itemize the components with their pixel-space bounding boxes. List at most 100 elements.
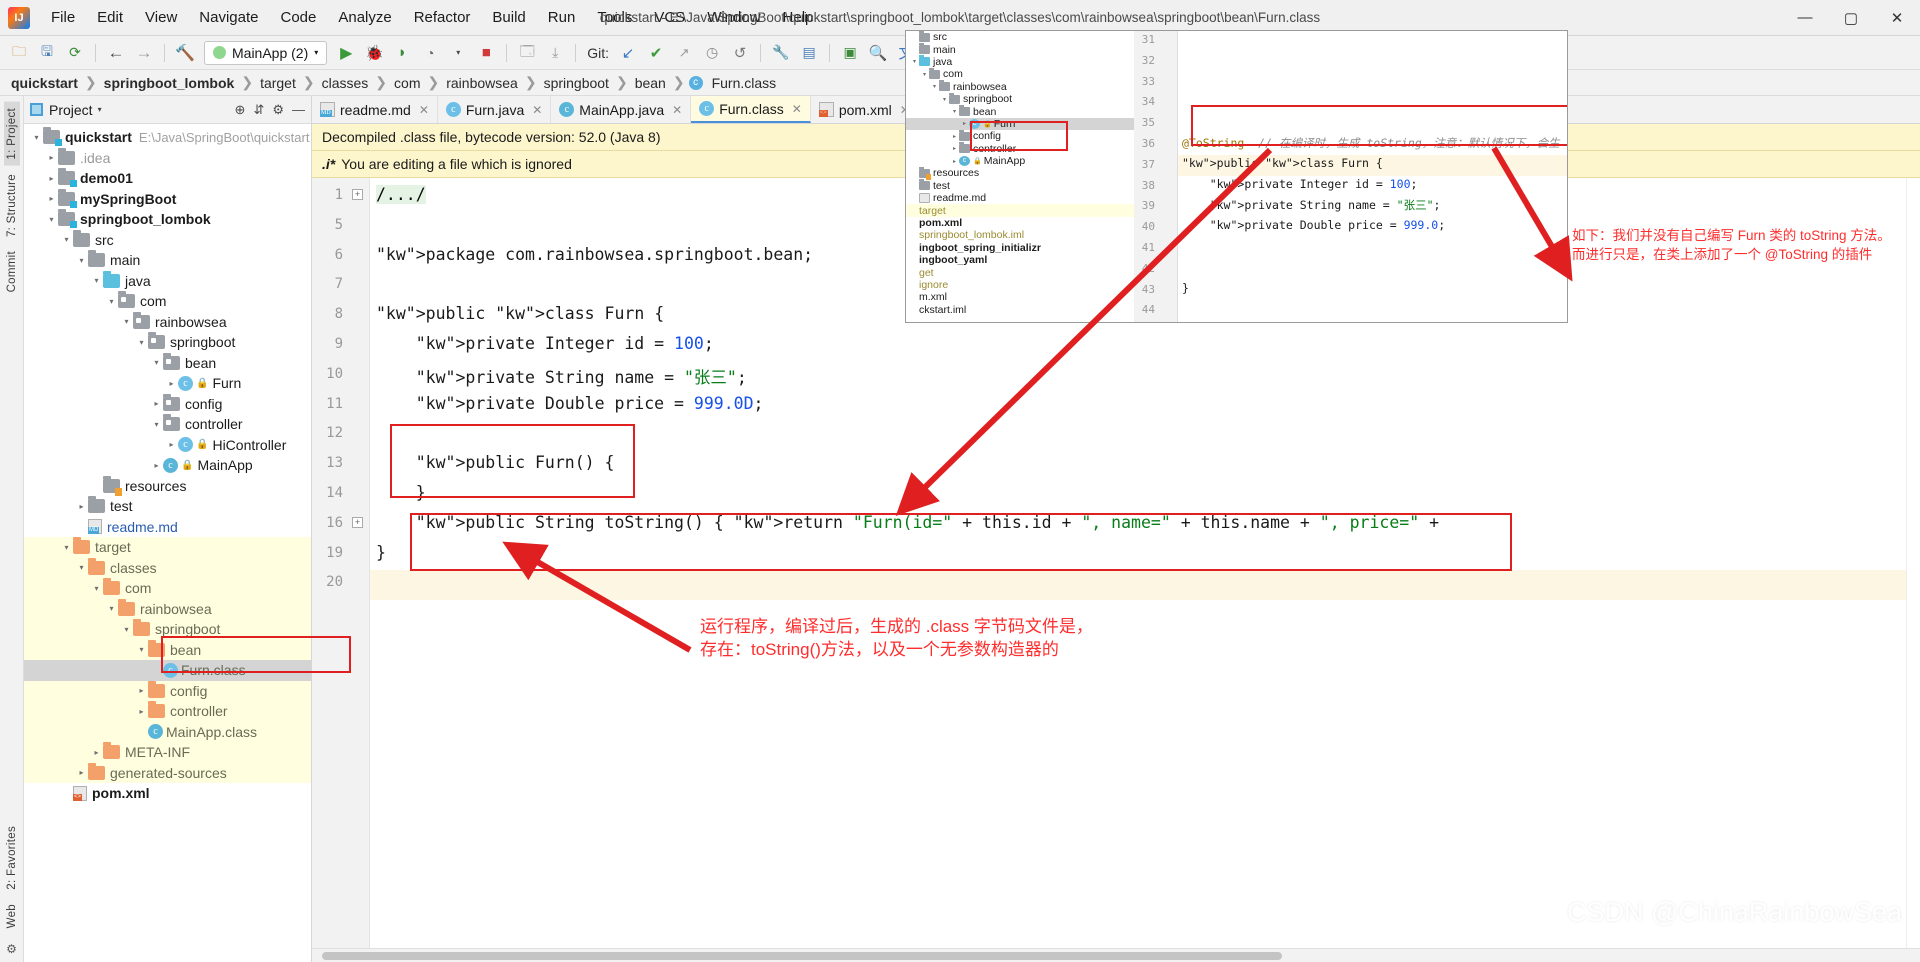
expand-arrow-icon[interactable]: ▾ xyxy=(60,543,73,552)
fold-marker[interactable]: + xyxy=(352,517,363,528)
sidebar-tab-favorites[interactable]: 2: Favorites xyxy=(4,820,20,896)
tree-node-classes[interactable]: ▾classes xyxy=(24,558,311,579)
close-icon[interactable]: ✕ xyxy=(419,103,429,117)
history-icon[interactable]: ◷ xyxy=(699,41,725,65)
tree-node-com[interactable]: ▾com xyxy=(24,578,311,599)
tree-node--idea[interactable]: ▸.idea xyxy=(24,148,311,169)
editor-tab-pom-xml[interactable]: pom.xml✕ xyxy=(811,96,919,123)
breadcrumb-item-rainbowsea[interactable]: rainbowsea xyxy=(443,75,521,91)
chevron-down-icon[interactable]: ▾ xyxy=(98,105,102,114)
debug-icon[interactable]: 🐞 xyxy=(361,41,387,65)
tree-node-bean[interactable]: ▾bean xyxy=(24,640,311,661)
marker-strip[interactable] xyxy=(1906,178,1920,948)
update-project-icon[interactable]: ↙ xyxy=(615,41,641,65)
tree-node-main[interactable]: ▾main xyxy=(24,250,311,271)
expand-arrow-icon[interactable]: ▾ xyxy=(75,563,88,572)
breadcrumb-item-quickstart[interactable]: quickstart xyxy=(8,75,81,91)
tree-node-springboot[interactable]: ▾springboot xyxy=(24,332,311,353)
stop-icon[interactable]: ■ xyxy=(473,41,499,65)
back-arrow-icon[interactable]: ← xyxy=(103,41,129,65)
tree-node-myspringboot[interactable]: ▸mySpringBoot xyxy=(24,189,311,210)
expand-arrow-icon[interactable]: ▸ xyxy=(45,153,58,162)
tree-node-quickstart[interactable]: ▾quickstartE:\Java\SpringBoot\quickstart xyxy=(24,127,311,148)
tree-node-rainbowsea[interactable]: ▾rainbowsea xyxy=(24,599,311,620)
breadcrumb-item-springboot[interactable]: springboot xyxy=(541,75,612,91)
tree-node-demo01[interactable]: ▸demo01 xyxy=(24,168,311,189)
expand-arrow-icon[interactable]: ▾ xyxy=(90,584,103,593)
project-tree[interactable]: ▾quickstartE:\Java\SpringBoot\quickstart… xyxy=(24,124,311,962)
expand-arrow-icon[interactable]: ▸ xyxy=(150,399,163,408)
expand-arrow-icon[interactable]: ▾ xyxy=(120,625,133,634)
push-icon[interactable]: ↗ xyxy=(671,41,697,65)
menu-analyze[interactable]: Analyze xyxy=(327,4,402,31)
expand-arrow-icon[interactable]: ▾ xyxy=(60,235,73,244)
editor-tab-furn-class[interactable]: cFurn.class✕ xyxy=(691,96,811,123)
tree-node-controller[interactable]: ▾controller xyxy=(24,414,311,435)
tree-node-mainapp-class[interactable]: ▸cMainApp.class xyxy=(24,722,311,743)
expand-arrow-icon[interactable]: ▸ xyxy=(165,440,178,449)
expand-arrow-icon[interactable]: ▸ xyxy=(45,194,58,203)
close-icon[interactable]: ✕ xyxy=(672,103,682,117)
forward-arrow-icon[interactable]: → xyxy=(131,41,157,65)
expand-arrow-icon[interactable]: ▸ xyxy=(45,174,58,183)
tree-node-java[interactable]: ▾java xyxy=(24,271,311,292)
tree-node-resources[interactable]: ▸resources xyxy=(24,476,311,497)
run-with-coverage-icon[interactable]: ◗ xyxy=(389,41,415,65)
editor-tab-furn-java[interactable]: cFurn.java✕ xyxy=(438,96,551,123)
breadcrumb-current-file[interactable]: Furn.class xyxy=(709,75,780,91)
tree-node-config[interactable]: ▸config xyxy=(24,394,311,415)
tree-node-generated-sources[interactable]: ▸generated-sources xyxy=(24,763,311,784)
menu-tools[interactable]: Tools xyxy=(586,4,643,31)
save-icon[interactable]: 🖫 xyxy=(34,41,60,65)
menu-vcs[interactable]: VCS xyxy=(643,4,696,31)
expand-arrow-icon[interactable]: ▸ xyxy=(165,379,178,388)
expand-arrow-icon[interactable]: ▾ xyxy=(30,133,43,142)
sidebar-tab-structure[interactable]: 7: Structure xyxy=(4,168,20,243)
breadcrumb-item-bean[interactable]: bean xyxy=(632,75,669,91)
sdk-download-icon[interactable]: ⤓ xyxy=(542,41,568,65)
chevron-down-icon[interactable]: ▾ xyxy=(445,41,471,65)
menu-window[interactable]: Window xyxy=(696,4,771,31)
editor-tab-mainapp-java[interactable]: cMainApp.java✕ xyxy=(551,96,691,123)
gear-icon[interactable]: ⚙ xyxy=(272,102,284,118)
locate-icon[interactable]: ⊕ xyxy=(235,102,246,118)
menu-file[interactable]: File xyxy=(40,4,86,31)
hammer-icon[interactable]: 🔨 xyxy=(172,41,198,65)
tree-node-hicontroller[interactable]: ▸c🔒HiController xyxy=(24,435,311,456)
tree-node-controller[interactable]: ▸controller xyxy=(24,701,311,722)
close-icon[interactable]: ✕ xyxy=(532,103,542,117)
menu-build[interactable]: Build xyxy=(481,4,536,31)
breadcrumb-item-springboot-lombok[interactable]: springboot_lombok xyxy=(101,75,238,91)
menu-navigate[interactable]: Navigate xyxy=(188,4,269,31)
fold-marker[interactable]: + xyxy=(352,189,363,200)
tree-node-src[interactable]: ▾src xyxy=(24,230,311,251)
close-button[interactable]: ✕ xyxy=(1874,0,1920,36)
expand-arrow-icon[interactable]: ▾ xyxy=(105,297,118,306)
expand-arrow-icon[interactable]: ▾ xyxy=(75,256,88,265)
terminal-icon[interactable]: ▣ xyxy=(837,41,863,65)
settings-icon[interactable]: ⚙ xyxy=(6,942,17,956)
run-configuration-selector[interactable]: MainApp (2) ▾ xyxy=(204,41,327,65)
breadcrumb-item-com[interactable]: com xyxy=(391,75,423,91)
minimize-button[interactable]: — xyxy=(1782,0,1828,36)
expand-arrow-icon[interactable]: ▾ xyxy=(135,645,148,654)
expand-arrow-icon[interactable]: ▾ xyxy=(150,358,163,367)
horizontal-scrollbar[interactable] xyxy=(312,948,1920,962)
expand-arrow-icon[interactable]: ▾ xyxy=(45,215,58,224)
tree-node-config[interactable]: ▸config xyxy=(24,681,311,702)
tree-node-com[interactable]: ▾com xyxy=(24,291,311,312)
tree-node-furn[interactable]: ▸c🔒Furn xyxy=(24,373,311,394)
sidebar-tab-project[interactable]: 1: Project xyxy=(4,102,20,166)
run-icon[interactable]: ▶ xyxy=(333,41,359,65)
sidebar-tab-commit[interactable]: Commit xyxy=(4,245,20,298)
expand-arrow-icon[interactable]: ▾ xyxy=(120,317,133,326)
device-manager-icon[interactable]: 🗔 xyxy=(514,41,540,65)
breadcrumb-item-target[interactable]: target xyxy=(257,75,299,91)
menu-run[interactable]: Run xyxy=(537,4,587,31)
close-icon[interactable]: ✕ xyxy=(792,102,802,116)
expand-arrow-icon[interactable]: ▾ xyxy=(105,604,118,613)
expand-arrow-icon[interactable]: ▾ xyxy=(90,276,103,285)
menu-refactor[interactable]: Refactor xyxy=(403,4,482,31)
menu-view[interactable]: View xyxy=(134,4,188,31)
expand-arrow-icon[interactable]: ▾ xyxy=(150,420,163,429)
